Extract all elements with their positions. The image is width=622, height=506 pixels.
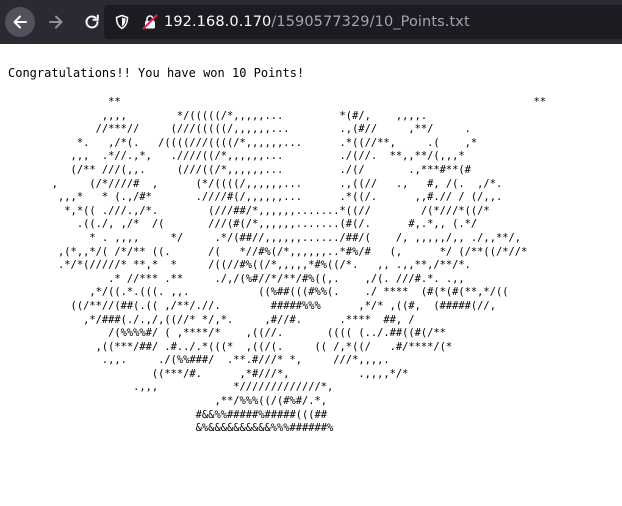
arrow-left-icon [13, 15, 27, 29]
url-text[interactable]: 192.168.0.170/1590577329/10_Points.txt [164, 14, 470, 30]
page-content: Congratulations!! You have won 10 Points… [0, 44, 622, 506]
insecure-lock-icon[interactable] [142, 14, 158, 30]
shield-icon[interactable] [114, 14, 130, 30]
address-bar[interactable]: 192.168.0.170/1590577329/10_Points.txt [104, 5, 622, 39]
browser-toolbar: 192.168.0.170/1590577329/10_Points.txt [0, 0, 622, 44]
reload-button[interactable] [77, 7, 107, 37]
url-path: /1590577329/10_Points.txt [271, 14, 470, 30]
reload-icon [85, 14, 99, 29]
congratulations-message: Congratulations!! You have won 10 Points… [8, 66, 305, 80]
back-button[interactable] [5, 7, 35, 37]
ascii-art-trophy: ** ** ,,,, */(((((/*,,,,,... *(#/, ,,,,.… [51, 96, 546, 435]
arrow-right-icon [49, 15, 63, 29]
url-host: 192.168.0.170 [164, 14, 272, 30]
forward-button[interactable] [41, 7, 71, 37]
